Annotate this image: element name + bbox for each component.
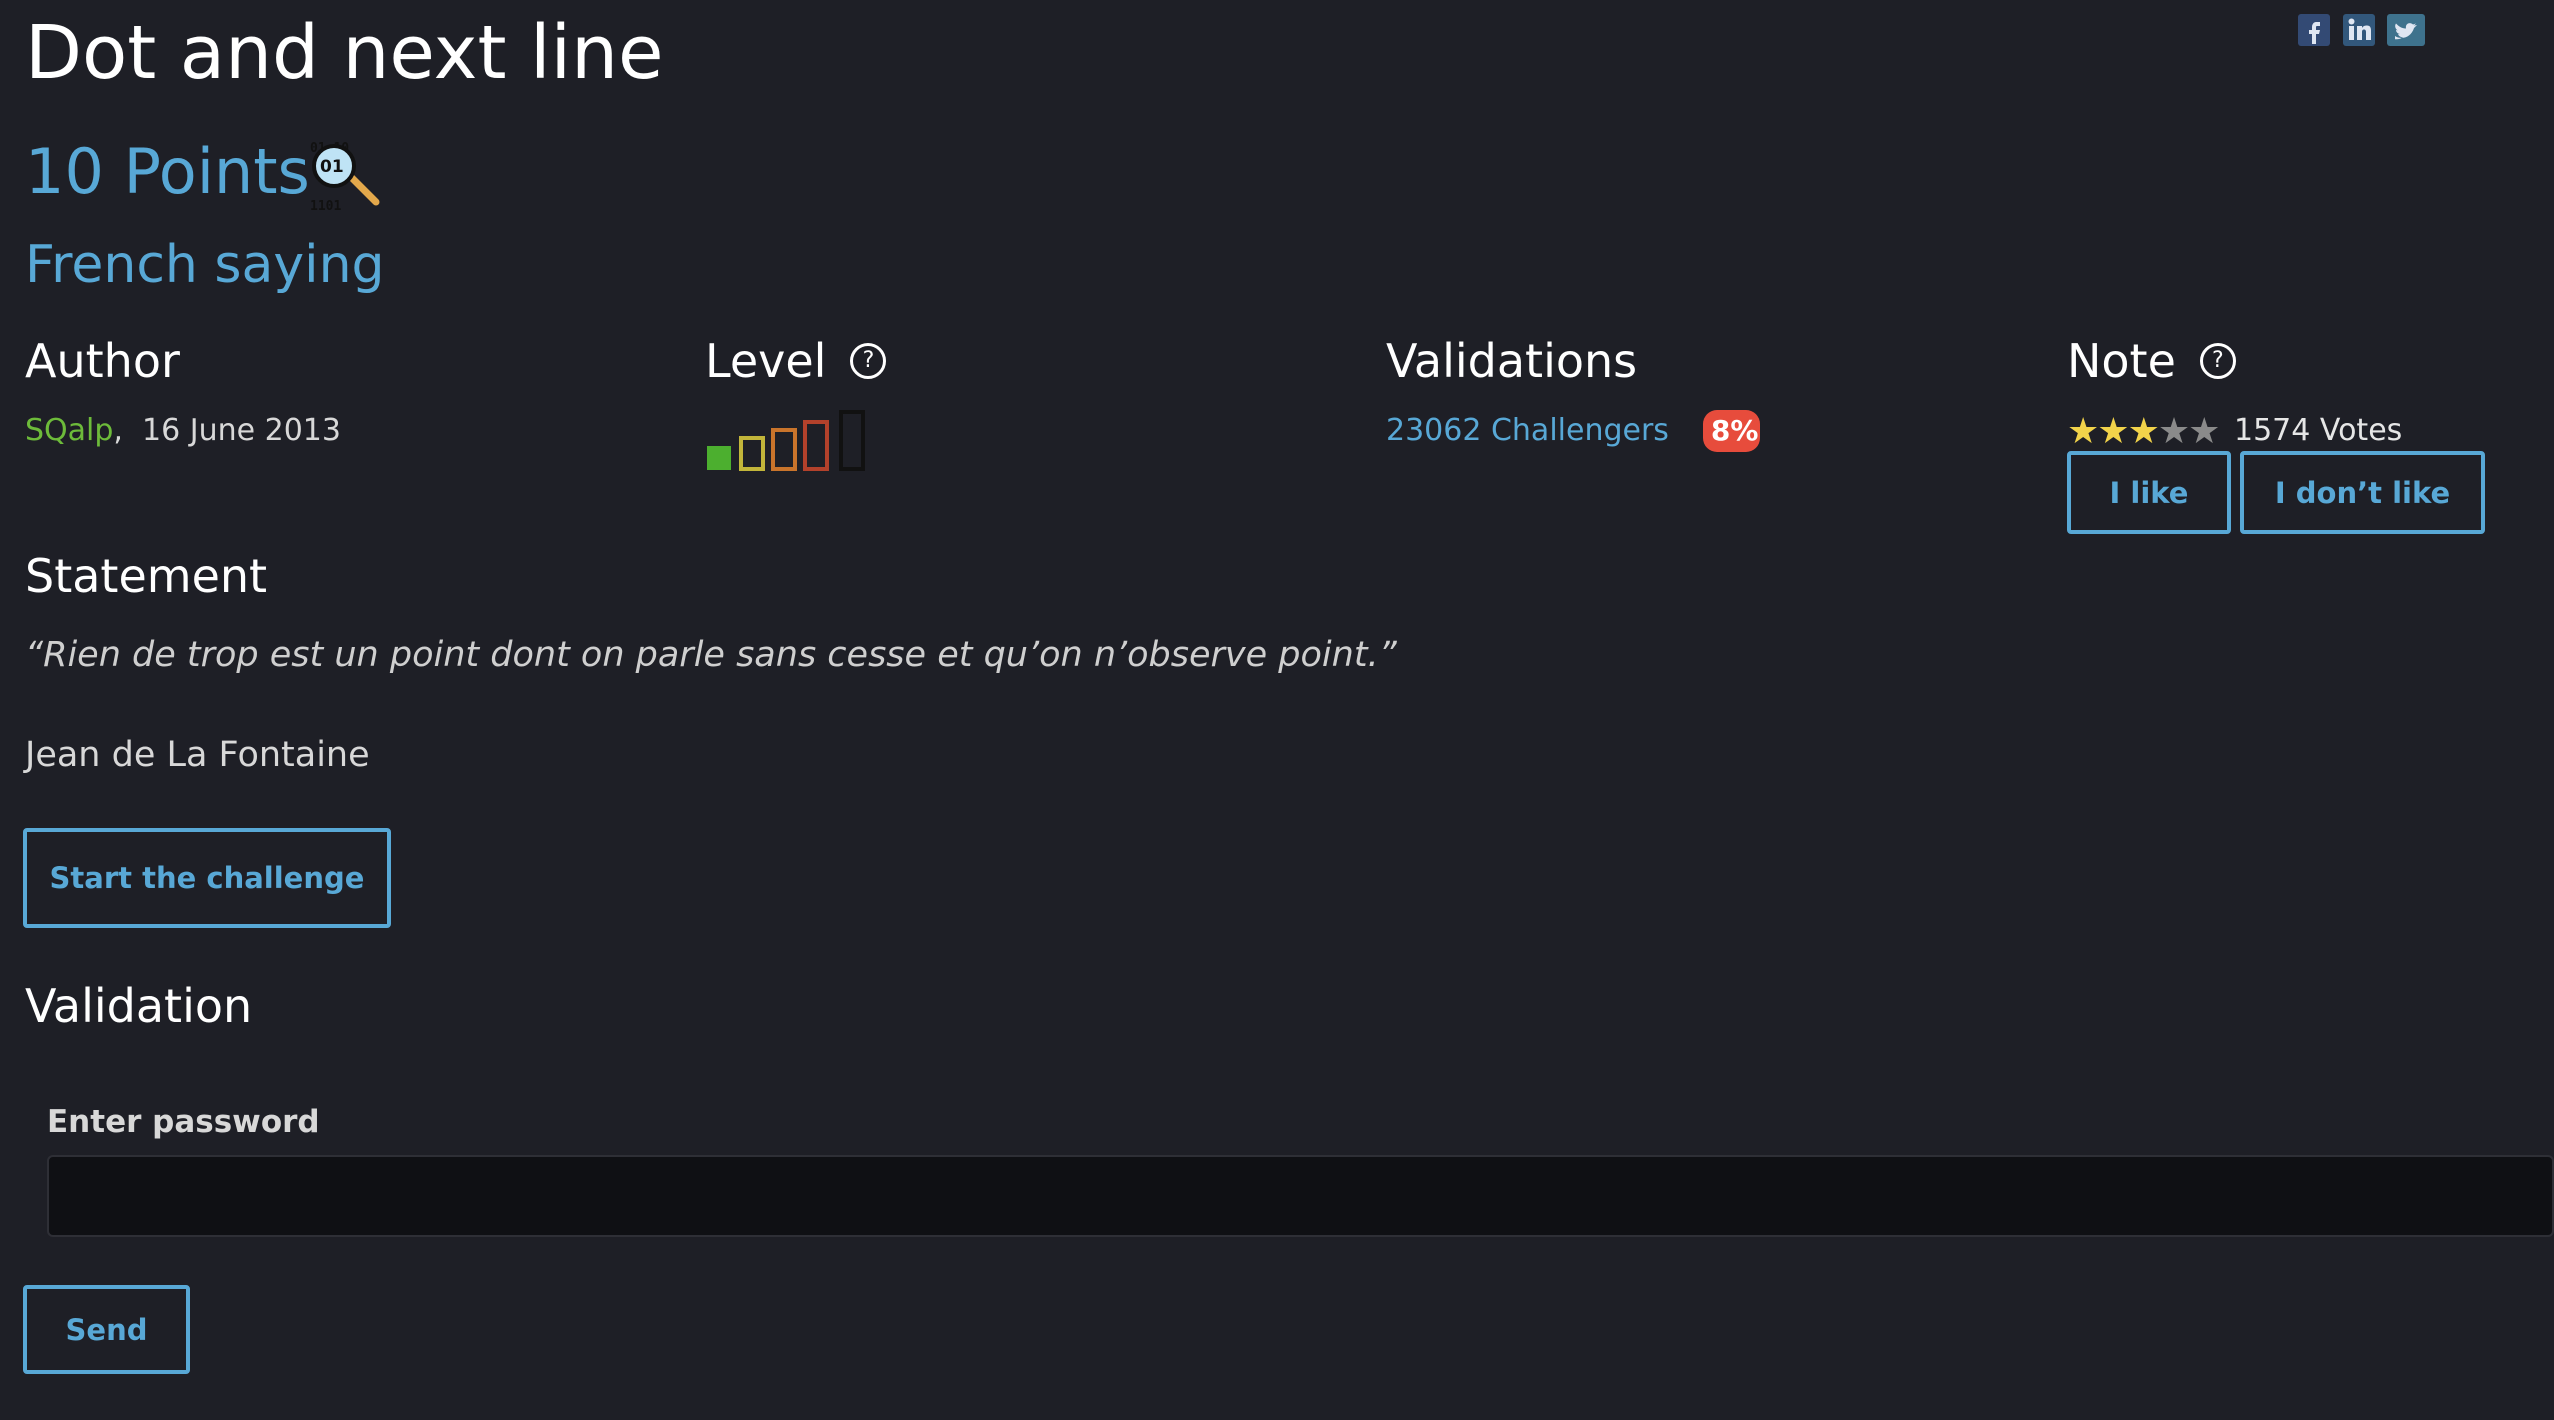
statement-heading: Statement <box>25 549 268 603</box>
validation-heading: Validation <box>25 979 253 1033</box>
author-info: SQalp, 16 June 2013 <box>25 410 341 452</box>
author-separator: , <box>113 413 123 448</box>
level-indicator <box>705 408 875 472</box>
challenge-points: 10 Points <box>25 135 310 208</box>
star-empty-icon: ★ <box>2188 411 2220 452</box>
dislike-button[interactable]: I don’t like <box>2240 451 2485 534</box>
level-bar-3 <box>771 428 797 471</box>
author-link[interactable]: SQalp <box>25 413 113 448</box>
start-challenge-button[interactable]: Start the challenge <box>23 828 391 928</box>
level-bar-1 <box>707 446 731 470</box>
level-bar-5 <box>839 410 865 471</box>
level-bar-4 <box>803 420 829 471</box>
level-heading-label: Level <box>705 334 827 388</box>
star-icon: ★ <box>2127 411 2160 452</box>
rating-stars: ★★★★★ <box>2067 411 2220 452</box>
success-rate-badge: 8% <box>1702 410 1761 452</box>
note-help-icon[interactable]: ? <box>2199 342 2236 379</box>
level-bar-2 <box>739 436 765 471</box>
svg-text:01: 01 <box>320 157 344 177</box>
publish-date: 16 June 2013 <box>142 413 341 448</box>
vote-count: 1574 Votes <box>2234 413 2403 448</box>
quote-attribution: Jean de La Fontaine <box>25 735 370 775</box>
author-heading: Author <box>25 334 180 388</box>
challengers-link[interactable]: 23062 Challengers <box>1386 413 1669 448</box>
validations-info: 23062 Challengers 8% <box>1386 410 1761 452</box>
note-heading-label: Note <box>2067 334 2176 388</box>
validations-heading: Validations <box>1386 334 1638 388</box>
star-icon: ★ <box>2067 411 2099 452</box>
password-label: Enter password <box>47 1104 320 1140</box>
star-icon: ★ <box>2097 411 2129 452</box>
linkedin-icon[interactable] <box>2343 14 2375 46</box>
challenge-category: French saying <box>25 235 385 295</box>
level-heading: Level? <box>705 330 887 392</box>
password-input[interactable] <box>47 1155 2554 1237</box>
svg-text:1101: 1101 <box>310 199 341 214</box>
star-empty-icon: ★ <box>2157 411 2190 452</box>
steganography-magnifier-icon: 01 10 1101 01 <box>308 138 386 216</box>
twitter-icon[interactable] <box>2387 14 2425 46</box>
statement-quote: “Rien de trop est un point dont on parle… <box>25 635 1397 675</box>
note-heading: Note? <box>2067 330 2236 392</box>
facebook-icon[interactable] <box>2298 14 2330 46</box>
like-button[interactable]: I like <box>2067 451 2231 534</box>
page-title: Dot and next line <box>25 10 664 96</box>
send-button[interactable]: Send <box>23 1285 190 1374</box>
level-help-icon[interactable]: ? <box>850 342 887 379</box>
